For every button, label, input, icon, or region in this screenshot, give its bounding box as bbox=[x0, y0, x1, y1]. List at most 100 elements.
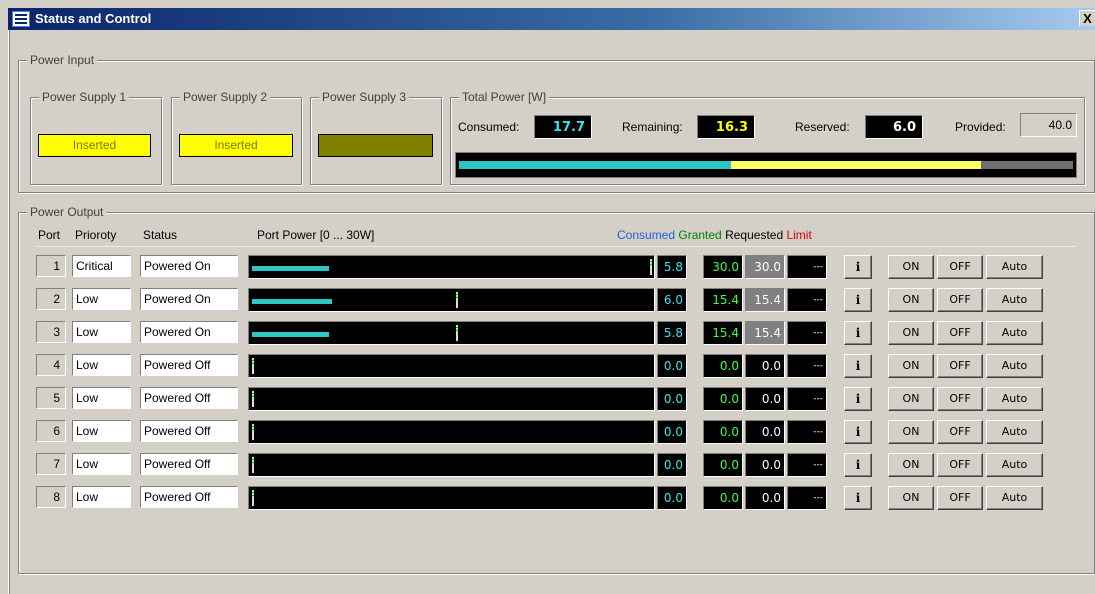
info-button[interactable]: i bbox=[844, 255, 872, 279]
requested-marker bbox=[252, 399, 254, 407]
priority-field[interactable]: Low bbox=[72, 420, 131, 442]
legend: Consumed Granted Requested Limit bbox=[617, 228, 812, 242]
on-button[interactable]: ON bbox=[888, 354, 934, 378]
auto-button[interactable]: Auto bbox=[986, 354, 1043, 378]
status-field: Powered On bbox=[140, 255, 238, 277]
off-button[interactable]: OFF bbox=[937, 255, 983, 279]
power-supply-2-title: Power Supply 2 bbox=[180, 90, 271, 104]
total-bar-consumed bbox=[459, 161, 731, 169]
power-supply-3-title: Power Supply 3 bbox=[319, 90, 410, 104]
legend-granted: Granted bbox=[678, 228, 722, 242]
granted-value: 0.0 bbox=[703, 354, 743, 378]
requested-value: 0.0 bbox=[745, 486, 785, 510]
priority-field[interactable]: Low bbox=[72, 354, 131, 376]
off-button[interactable]: OFF bbox=[937, 486, 983, 510]
on-button[interactable]: ON bbox=[888, 420, 934, 444]
info-button[interactable]: i bbox=[844, 288, 872, 312]
priority-field[interactable]: Low bbox=[72, 321, 131, 343]
priority-field[interactable]: Low bbox=[72, 453, 131, 475]
limit-value: --- bbox=[787, 453, 827, 477]
priority-field[interactable]: Low bbox=[72, 387, 131, 409]
granted-value: 15.4 bbox=[703, 288, 743, 312]
requested-marker bbox=[252, 465, 254, 473]
limit-value: --- bbox=[787, 486, 827, 510]
info-button[interactable]: i bbox=[844, 486, 872, 510]
header-divider bbox=[36, 246, 1076, 247]
info-button[interactable]: i bbox=[844, 321, 872, 345]
consumed-value: 5.8 bbox=[657, 255, 687, 279]
consumed-fill bbox=[252, 299, 332, 304]
info-button[interactable]: i bbox=[844, 453, 872, 477]
total-power-title: Total Power [W] bbox=[459, 90, 550, 104]
on-button[interactable]: ON bbox=[888, 387, 934, 411]
power-supply-2-status: Inserted bbox=[179, 134, 293, 157]
title-bar[interactable]: Status and Control X bbox=[8, 8, 1095, 30]
granted-value: 30.0 bbox=[703, 255, 743, 279]
port-row: 7 Low Powered Off 0.0 0.0 0.0 --- i ON OFF Auto bbox=[0, 453, 1095, 479]
info-button[interactable]: i bbox=[844, 387, 872, 411]
on-button[interactable]: ON bbox=[888, 486, 934, 510]
requested-marker bbox=[252, 498, 254, 506]
legend-limit: Limit bbox=[786, 228, 812, 242]
port-row: 4 Low Powered Off 0.0 0.0 0.0 --- i ON OFF Auto bbox=[0, 354, 1095, 380]
header-priority: Prioroty bbox=[75, 228, 117, 242]
auto-button[interactable]: Auto bbox=[986, 420, 1043, 444]
port-number: 8 bbox=[36, 486, 66, 508]
close-button[interactable]: X bbox=[1079, 10, 1095, 26]
consumed-value: 0.0 bbox=[657, 420, 687, 444]
header-status: Status bbox=[143, 228, 178, 242]
requested-marker bbox=[456, 333, 458, 341]
port-power-bar bbox=[248, 321, 655, 345]
status-field: Powered Off bbox=[140, 486, 238, 508]
requested-value: 0.0 bbox=[745, 354, 785, 378]
on-button[interactable]: ON bbox=[888, 453, 934, 477]
granted-value: 0.0 bbox=[703, 486, 743, 510]
requested-value: 15.4 bbox=[745, 321, 785, 345]
granted-value: 15.4 bbox=[703, 321, 743, 345]
consumed-value: 6.0 bbox=[657, 288, 687, 312]
off-button[interactable]: OFF bbox=[937, 354, 983, 378]
on-button[interactable]: ON bbox=[888, 255, 934, 279]
on-button[interactable]: ON bbox=[888, 321, 934, 345]
consumed-value: 0.0 bbox=[657, 453, 687, 477]
limit-value: --- bbox=[787, 321, 827, 345]
requested-marker bbox=[456, 300, 458, 308]
status-field: Powered Off bbox=[140, 354, 238, 376]
off-button[interactable]: OFF bbox=[937, 288, 983, 312]
port-row: 3 Low Powered On 5.8 15.4 15.4 --- i ON OFF Auto bbox=[0, 321, 1095, 347]
total-reserved-value: 6.0 bbox=[865, 115, 923, 139]
consumed-fill bbox=[252, 266, 329, 271]
priority-field[interactable]: Low bbox=[72, 288, 131, 310]
auto-button[interactable]: Auto bbox=[986, 288, 1043, 312]
off-button[interactable]: OFF bbox=[937, 321, 983, 345]
port-power-bar bbox=[248, 486, 655, 510]
requested-value: 0.0 bbox=[745, 453, 785, 477]
limit-value: --- bbox=[787, 288, 827, 312]
port-number: 5 bbox=[36, 387, 66, 409]
off-button[interactable]: OFF bbox=[937, 420, 983, 444]
provided-label: Provided: bbox=[955, 120, 1006, 134]
limit-value: --- bbox=[787, 387, 827, 411]
on-button[interactable]: ON bbox=[888, 288, 934, 312]
auto-button[interactable]: Auto bbox=[986, 387, 1043, 411]
requested-marker bbox=[650, 267, 652, 275]
auto-button[interactable]: Auto bbox=[986, 453, 1043, 477]
info-button[interactable]: i bbox=[844, 354, 872, 378]
off-button[interactable]: OFF bbox=[937, 387, 983, 411]
priority-field[interactable]: Low bbox=[72, 486, 131, 508]
port-power-bar bbox=[248, 453, 655, 477]
window-title: Status and Control bbox=[35, 11, 152, 26]
auto-button[interactable]: Auto bbox=[986, 486, 1043, 510]
status-field: Powered Off bbox=[140, 387, 238, 409]
total-bar-remaining bbox=[731, 161, 981, 169]
total-power-bar bbox=[455, 152, 1077, 178]
total-provided-value: 40.0 bbox=[1020, 113, 1077, 137]
port-number: 2 bbox=[36, 288, 66, 310]
auto-button[interactable]: Auto bbox=[986, 321, 1043, 345]
off-button[interactable]: OFF bbox=[937, 453, 983, 477]
power-supply-1-title: Power Supply 1 bbox=[39, 90, 130, 104]
auto-button[interactable]: Auto bbox=[986, 255, 1043, 279]
info-button[interactable]: i bbox=[844, 420, 872, 444]
priority-field[interactable]: Critical bbox=[72, 255, 131, 277]
port-power-bar bbox=[248, 288, 655, 312]
